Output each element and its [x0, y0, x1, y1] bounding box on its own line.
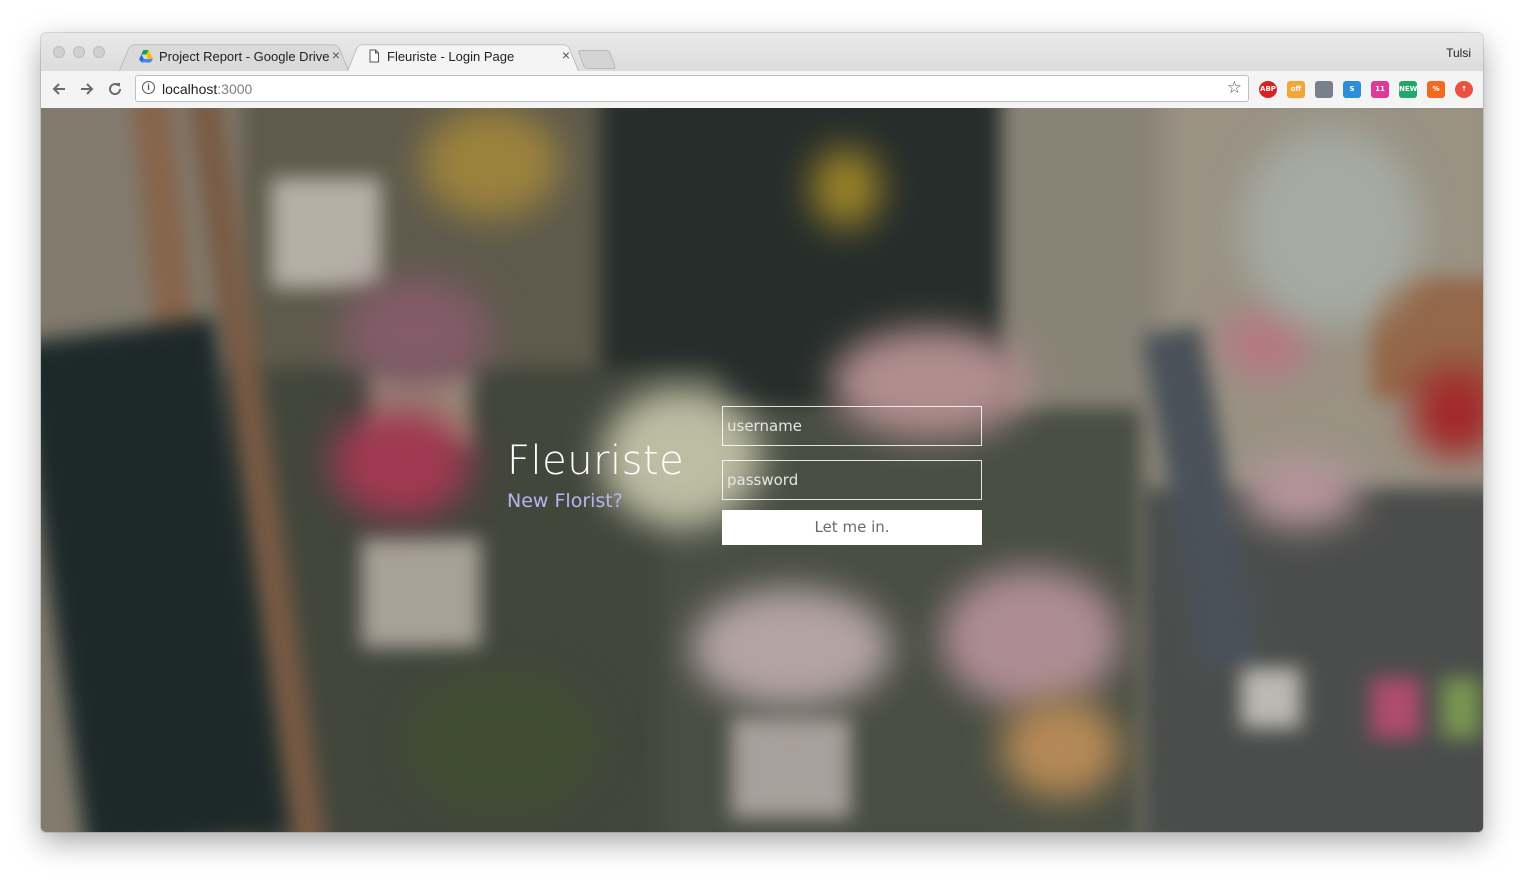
browser-toolbar: i localhost:3000 ☆ ABP off S 11 NEW% ↑ [41, 71, 1483, 109]
upload-circle-icon[interactable]: ↑ [1455, 81, 1473, 98]
adblock-plus-icon[interactable]: ABP [1259, 81, 1277, 98]
tab-google-drive[interactable]: Project Report - Google Drive × [119, 41, 349, 71]
tab-fleuriste-login[interactable]: Fleuriste - Login Page × [347, 41, 579, 71]
browser-window: Project Report - Google Drive × Fleurist… [41, 33, 1483, 832]
tab-title: Fleuriste - Login Page [387, 49, 515, 64]
coupon-off-icon[interactable]: off [1287, 81, 1305, 98]
login-button[interactable]: Let me in. [722, 510, 982, 545]
window-zoom-dot[interactable] [93, 46, 105, 58]
window-minimize-dot[interactable] [73, 46, 85, 58]
login-page: Fleuriste New Florist? Let me in. [41, 108, 1483, 832]
new-florist-link[interactable]: New Florist? [507, 490, 623, 512]
arrow-left-icon [52, 83, 65, 95]
tab-close-icon[interactable]: × [329, 48, 343, 62]
tab-strip: Project Report - Google Drive × Fleurist… [41, 33, 1483, 72]
tab-close-icon[interactable]: × [559, 48, 573, 62]
reload-icon [109, 83, 122, 96]
back-button[interactable] [49, 79, 69, 99]
reload-button[interactable] [105, 79, 125, 99]
arrow-right-icon [81, 83, 94, 95]
new-badge-icon[interactable]: NEW [1399, 81, 1417, 98]
forward-button[interactable] [77, 79, 97, 99]
translate-s-icon[interactable]: S [1343, 81, 1361, 98]
google-drive-icon [139, 50, 153, 63]
username-input[interactable] [722, 406, 982, 446]
info-icon[interactable]: i [142, 81, 155, 94]
profile-name[interactable]: Tulsi [1446, 46, 1471, 60]
bookmark-star-icon[interactable]: ☆ [1227, 79, 1242, 97]
url-text: localhost:3000 [162, 81, 253, 97]
brand-title: Fleuriste [507, 438, 685, 484]
tool-extension-icon[interactable] [1315, 81, 1333, 98]
tab-title: Project Report - Google Drive [159, 49, 330, 64]
new-tab-button[interactable] [577, 50, 617, 69]
document-icon [369, 49, 379, 63]
calendar-11-icon[interactable]: 11 [1371, 81, 1389, 98]
percent-icon[interactable]: % [1427, 81, 1445, 98]
address-bar[interactable]: i localhost:3000 ☆ [135, 75, 1249, 102]
password-input[interactable] [722, 460, 982, 500]
window-close-dot[interactable] [53, 46, 65, 58]
